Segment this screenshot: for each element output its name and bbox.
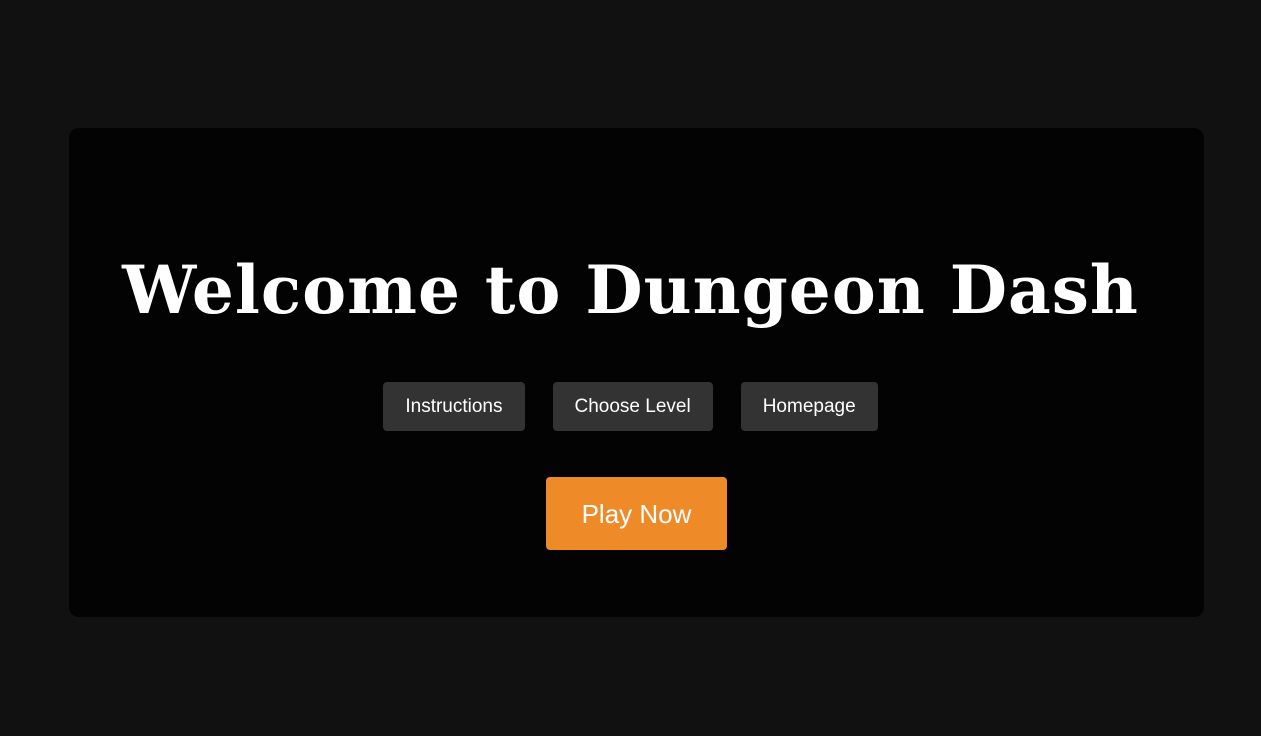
instructions-button[interactable]: Instructions (383, 382, 525, 431)
play-now-button[interactable]: Play Now (546, 477, 727, 550)
homepage-button[interactable]: Homepage (740, 382, 878, 431)
menu-nav: Instructions Choose Level Homepage (0, 382, 1261, 431)
choose-level-button[interactable]: Choose Level (552, 382, 713, 431)
game-title: Welcome to Dungeon Dash (122, 251, 1139, 329)
